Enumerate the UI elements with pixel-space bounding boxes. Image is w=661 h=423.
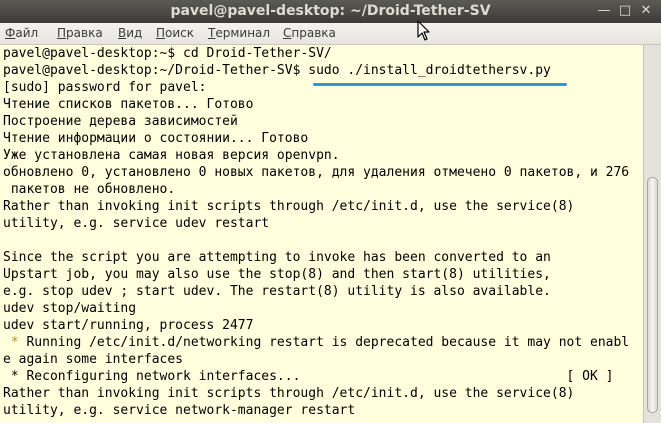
terminal-line: Чтение информации о состоянии... Готово: [3, 131, 309, 146]
vertical-scrollbar[interactable]: [643, 45, 661, 423]
menu-file[interactable]: Файл: [5, 26, 38, 41]
terminal-line: pavel@pavel-desktop:~$ cd Droid-Tether-S…: [3, 46, 332, 61]
terminal-line: [sudo] password for pavel:: [3, 80, 207, 95]
terminal-line-text: Running /etc/init.d/networking restart i…: [18, 335, 630, 350]
terminal-output[interactable]: pavel@pavel-desktop:~$ cd Droid-Tether-S…: [0, 45, 643, 423]
highlight-underline: [313, 83, 567, 86]
menu-bar: Файл Правка Вид Поиск Терминал Справка: [0, 23, 661, 45]
menu-edit-label: равка: [66, 26, 103, 40]
close-icon[interactable]: ✕: [638, 3, 654, 19]
terminal-line: * Running /etc/init.d/networking restart…: [3, 334, 629, 351]
terminal-line: * Reconfiguring network interfaces... [ …: [3, 369, 614, 384]
menu-file-mnemonic: Ф: [5, 26, 16, 40]
terminal-line: Rather than invoking init scripts throug…: [3, 199, 575, 214]
menu-view[interactable]: Вид: [118, 26, 142, 41]
mouse-pointer-icon: [417, 20, 430, 41]
terminal-line: udev stop/waiting: [3, 301, 137, 316]
terminal-window: pavel@pavel-desktop: ~/Droid-Tether-SV —…: [0, 0, 661, 423]
menu-view-label: ид: [126, 26, 143, 40]
maximize-icon[interactable]: □: [617, 3, 633, 19]
terminal-line: Построение дерева зависимостей: [3, 114, 238, 129]
terminal-line: пакетов не обновлено.: [3, 182, 176, 197]
terminal-line: udev start/running, process 2477: [3, 318, 254, 333]
menu-help[interactable]: Справка: [283, 26, 336, 41]
terminal-line: pavel@pavel-desktop:~/Droid-Tether-SV$ s…: [3, 63, 551, 78]
menu-edit[interactable]: Правка: [57, 26, 103, 41]
terminal-line: Since the script you are attempting to i…: [3, 250, 551, 265]
terminal-line: utility, e.g. service udev restart: [3, 216, 270, 231]
menu-search[interactable]: Поиск: [156, 26, 194, 41]
terminal-line: Upstart job, you may also use the stop(8…: [3, 267, 551, 282]
menu-search-mnemonic: П: [156, 26, 166, 40]
warning-star-icon: *: [3, 335, 19, 350]
terminal-line: e again some interfaces: [3, 352, 184, 367]
menu-search-label: оиск: [165, 26, 195, 40]
menu-file-label: айл: [15, 26, 39, 40]
terminal-line: Чтение списков пакетов... Готово: [3, 97, 254, 112]
scrollbar-thumb[interactable]: [647, 177, 658, 413]
window-title: pavel@pavel-desktop: ~/Droid-Tether-SV: [170, 3, 491, 19]
terminal-line: Уже установлена самая новая версия openv…: [3, 148, 340, 163]
menu-help-label: правка: [291, 26, 336, 40]
menu-view-mnemonic: В: [118, 26, 127, 40]
title-bar[interactable]: pavel@pavel-desktop: ~/Droid-Tether-SV —…: [0, 0, 661, 23]
menu-terminal-label: ерминал: [215, 26, 271, 40]
terminal-line: Rather than invoking init scripts throug…: [3, 386, 575, 401]
terminal-line: utility, e.g. service network-manager re…: [3, 403, 356, 418]
terminal-line: обновлено 0, установлено 0 новых пакетов…: [3, 165, 630, 180]
terminal-line: e.g. stop udev ; start udev. The restart…: [3, 284, 551, 299]
menu-edit-mnemonic: П: [57, 26, 67, 40]
menu-terminal[interactable]: Терминал: [208, 26, 270, 41]
minimize-icon[interactable]: —: [596, 3, 612, 19]
